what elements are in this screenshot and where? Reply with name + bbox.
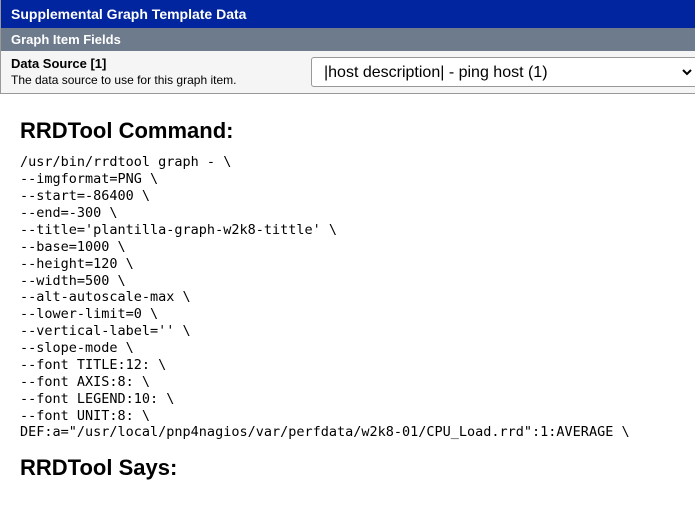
rrdtool-command-heading: RRDTool Command: [20,118,695,144]
field-input-cell: |host description| - ping host (1) [311,51,695,93]
field-label-cell: Data Source [1] The data source to use f… [1,51,311,93]
field-label-description: The data source to use for this graph it… [11,73,301,89]
data-source-row: Data Source [1] The data source to use f… [0,51,695,94]
content-area: RRDTool Command: /usr/bin/rrdtool graph … [0,94,695,481]
rrdtool-says-heading: RRDTool Says: [20,455,695,481]
main-header-title: Supplemental Graph Template Data [11,6,246,22]
data-source-select[interactable]: |host description| - ping host (1) [311,57,695,87]
main-header: Supplemental Graph Template Data [0,0,695,28]
field-label-title: Data Source [1] [11,56,301,73]
sub-header: Graph Item Fields [0,28,695,51]
sub-header-title: Graph Item Fields [11,32,121,47]
rrdtool-command-text: /usr/bin/rrdtool graph - \ --imgformat=P… [20,154,695,441]
